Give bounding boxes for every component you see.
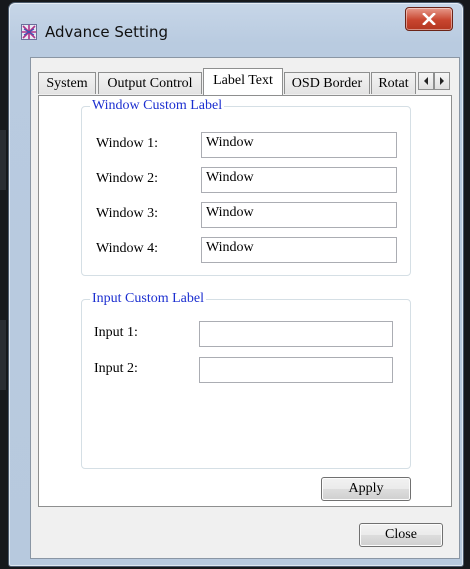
close-icon [422, 13, 436, 25]
dialog-client-area: System Output Control Label Text OSD Bor… [30, 57, 460, 559]
tab-rotate[interactable]: Rotat [371, 72, 416, 94]
window-1-label: Window 1: [96, 136, 159, 151]
close-button[interactable]: Close [359, 523, 443, 547]
chevron-right-icon [440, 77, 444, 85]
apply-button[interactable]: Apply [321, 477, 411, 501]
input-1-field[interactable] [199, 321, 393, 347]
chevron-left-icon [424, 77, 428, 85]
tab-scroll-left-button[interactable] [418, 72, 434, 90]
input-custom-label-group: Input Custom Label Input 1: Input 2: [81, 291, 411, 469]
close-window-button[interactable] [405, 7, 453, 31]
title-bar[interactable]: Advance Setting [9, 3, 463, 57]
tab-system[interactable]: System [38, 72, 96, 94]
window-title: Advance Setting [45, 23, 169, 41]
window-1-field[interactable]: Window [201, 132, 397, 158]
desktop-background [0, 130, 6, 190]
input-1-label: Input 1: [94, 325, 138, 340]
window-4-field[interactable]: Window [201, 237, 397, 263]
input-2-label: Input 2: [94, 361, 138, 376]
label-text-panel: Window Custom Label Window 1: Window Win… [38, 95, 452, 507]
window-4-label: Window 4: [96, 241, 159, 256]
tab-output-control[interactable]: Output Control [98, 72, 202, 94]
window-3-field[interactable]: Window [201, 202, 397, 228]
app-icon [21, 24, 37, 40]
tab-label-text[interactable]: Label Text [203, 68, 283, 95]
window-custom-label-group: Window Custom Label Window 1: Window Win… [81, 98, 411, 276]
window-2-label: Window 2: [96, 171, 159, 186]
desktop-background [0, 320, 6, 390]
input-2-field[interactable] [199, 357, 393, 383]
advance-setting-dialog: Advance Setting System Output Control La… [8, 2, 464, 567]
group-title: Input Custom Label [90, 291, 206, 307]
tab-scroll-right-button[interactable] [434, 72, 450, 90]
group-title: Window Custom Label [90, 98, 225, 114]
window-3-label: Window 3: [96, 206, 159, 221]
window-2-field[interactable]: Window [201, 167, 397, 193]
tab-osd-border[interactable]: OSD Border [284, 72, 370, 94]
tab-strip: System Output Control Label Text OSD Bor… [38, 68, 452, 96]
